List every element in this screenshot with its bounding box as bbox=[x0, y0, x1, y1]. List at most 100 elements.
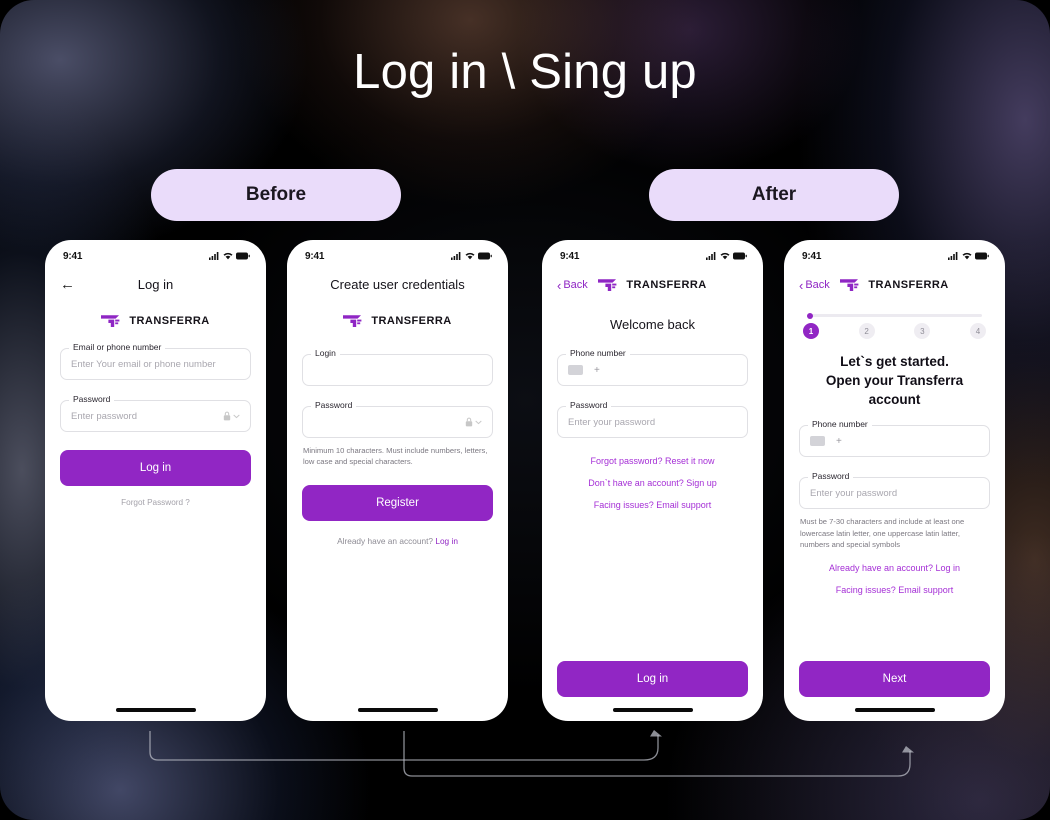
screen-login-before: ← Log in TRANSFERRA Email or phone numbe… bbox=[45, 266, 266, 721]
field-password[interactable]: Password Enter password bbox=[60, 394, 251, 432]
field-label: Password bbox=[69, 394, 115, 404]
field-label: Password bbox=[808, 471, 854, 482]
stepper-progress-track bbox=[807, 312, 982, 319]
login-button[interactable]: Log in bbox=[60, 450, 251, 486]
email-support-link[interactable]: Facing issues? Email support bbox=[557, 500, 748, 510]
field-login[interactable]: Login bbox=[302, 348, 493, 386]
screen-register-after: ‹ Back TRANSFERRA 1 2 3 4 Let`s get star… bbox=[784, 266, 1005, 721]
forgot-password-link[interactable]: Forgot password? Reset it now bbox=[557, 456, 748, 466]
back-button[interactable]: ‹ Back bbox=[799, 279, 830, 292]
password-input-placeholder[interactable]: Enter your password bbox=[810, 488, 897, 499]
field-label: Login bbox=[311, 348, 340, 358]
field-phone-number[interactable]: Phone number + bbox=[557, 348, 748, 386]
field-phone-number[interactable]: Phone number + bbox=[799, 419, 990, 458]
brand-logo: TRANSFERRA bbox=[302, 314, 493, 328]
connector-arrowhead-2 bbox=[902, 746, 914, 753]
password-field-icons[interactable] bbox=[465, 417, 482, 427]
chevron-down-icon bbox=[475, 420, 482, 424]
transferra-logo-icon bbox=[840, 279, 859, 291]
status-bar: 9:41 bbox=[784, 240, 1005, 266]
wifi-icon bbox=[962, 252, 972, 260]
next-button[interactable]: Next bbox=[799, 661, 990, 697]
phone-mockup-register-after: 9:41 ‹ Back TRANSFERRA 1 2 3 4 Let`s get… bbox=[784, 240, 1005, 721]
country-flag-icon[interactable] bbox=[568, 365, 583, 375]
register-button[interactable]: Register bbox=[302, 485, 493, 522]
page-title: Log in \ Sing up bbox=[353, 45, 697, 99]
battery-icon bbox=[236, 252, 250, 260]
label-before: Before bbox=[151, 169, 401, 221]
signal-icon bbox=[948, 252, 958, 260]
step-4[interactable]: 4 bbox=[969, 323, 986, 339]
status-icons bbox=[948, 252, 989, 260]
country-flag-icon[interactable] bbox=[810, 436, 825, 447]
login-button[interactable]: Log in bbox=[557, 661, 748, 697]
home-indicator bbox=[854, 708, 935, 712]
connector-arrow-2 bbox=[403, 731, 911, 777]
login-link[interactable]: Log in bbox=[435, 536, 458, 546]
lock-icon bbox=[223, 411, 231, 421]
transferra-logo-icon bbox=[343, 315, 362, 327]
step-1[interactable]: 1 bbox=[803, 323, 819, 339]
chevron-down-icon bbox=[233, 414, 240, 418]
login-prompt-text: Already have an account? bbox=[337, 536, 434, 547]
label-after: After bbox=[649, 169, 899, 221]
transferra-logo-icon bbox=[598, 279, 617, 291]
wifi-icon bbox=[465, 252, 475, 260]
home-indicator bbox=[357, 708, 438, 712]
brand-name: TRANSFERRA bbox=[868, 279, 949, 291]
field-label: Password bbox=[566, 400, 612, 410]
nav-bar: Create user credentials bbox=[302, 270, 493, 298]
back-button[interactable]: ‹ Back bbox=[557, 279, 588, 292]
brand-name: TRANSFERRA bbox=[626, 279, 707, 291]
login-link[interactable]: Already have an account? Log in bbox=[799, 563, 990, 573]
status-bar: 9:41 bbox=[45, 240, 266, 266]
brand-name: TRANSFERRA bbox=[371, 315, 452, 327]
signal-icon bbox=[451, 252, 461, 260]
battery-icon bbox=[478, 252, 492, 260]
home-indicator bbox=[612, 708, 693, 712]
status-time: 9:41 bbox=[305, 250, 325, 262]
signal-icon bbox=[209, 252, 219, 260]
connector-arrowhead-1 bbox=[650, 730, 662, 737]
transferra-logo-icon bbox=[101, 315, 120, 327]
email-support-link[interactable]: Facing issues? Email support bbox=[799, 585, 990, 595]
helper-links: Forgot password? Reset it now Don`t have… bbox=[557, 456, 748, 510]
step-2[interactable]: 2 bbox=[858, 323, 875, 339]
field-label: Phone number bbox=[808, 419, 872, 430]
field-email-or-phone[interactable]: Email or phone number Enter Your email o… bbox=[60, 342, 251, 380]
screen-login-after: ‹ Back TRANSFERRA Welcome back Phone num… bbox=[542, 266, 763, 721]
password-input-placeholder[interactable]: Enter your password bbox=[568, 417, 655, 428]
email-input-placeholder[interactable]: Enter Your email or phone number bbox=[71, 359, 216, 370]
status-bar: 9:41 bbox=[542, 240, 763, 266]
field-password[interactable]: Password bbox=[302, 400, 493, 438]
signal-icon bbox=[706, 252, 716, 260]
nav-bar: ‹ Back TRANSFERRA bbox=[557, 270, 748, 300]
page-heading: Let`s get started. Open your Transferra … bbox=[799, 352, 990, 409]
brand-name: TRANSFERRA bbox=[129, 315, 210, 327]
password-input-placeholder[interactable]: Enter password bbox=[71, 411, 137, 422]
password-requirements: Must be 7-30 characters and include at l… bbox=[800, 517, 965, 549]
field-password[interactable]: Password Enter your password bbox=[799, 471, 990, 510]
wifi-icon bbox=[223, 252, 233, 260]
status-time: 9:41 bbox=[560, 250, 580, 262]
step-3[interactable]: 3 bbox=[914, 323, 931, 339]
forgot-password-link[interactable]: Forgot Password ? bbox=[60, 498, 251, 507]
connector-arrow-1 bbox=[149, 731, 659, 761]
lock-icon bbox=[465, 417, 473, 427]
field-label: Password bbox=[311, 400, 357, 410]
brand-logo: TRANSFERRA bbox=[60, 314, 251, 328]
page-heading-line-2: Open your Transferra account bbox=[825, 373, 964, 408]
home-indicator bbox=[115, 708, 196, 712]
signup-link[interactable]: Don`t have an account? Sign up bbox=[557, 478, 748, 488]
status-icons bbox=[209, 252, 250, 260]
battery-icon bbox=[975, 252, 989, 260]
page-heading: Log in bbox=[137, 276, 174, 292]
screen-register-before: Create user credentials TRANSFERRA Login bbox=[287, 266, 508, 721]
back-arrow-icon[interactable]: ← bbox=[60, 277, 75, 292]
stepper-progress-dot bbox=[807, 312, 813, 319]
wifi-icon bbox=[720, 252, 730, 260]
field-label: Email or phone number bbox=[69, 342, 166, 352]
password-field-icons[interactable] bbox=[223, 411, 240, 421]
brand-logo: TRANSFERRA bbox=[840, 278, 948, 292]
field-password[interactable]: Password Enter your password bbox=[557, 400, 748, 438]
